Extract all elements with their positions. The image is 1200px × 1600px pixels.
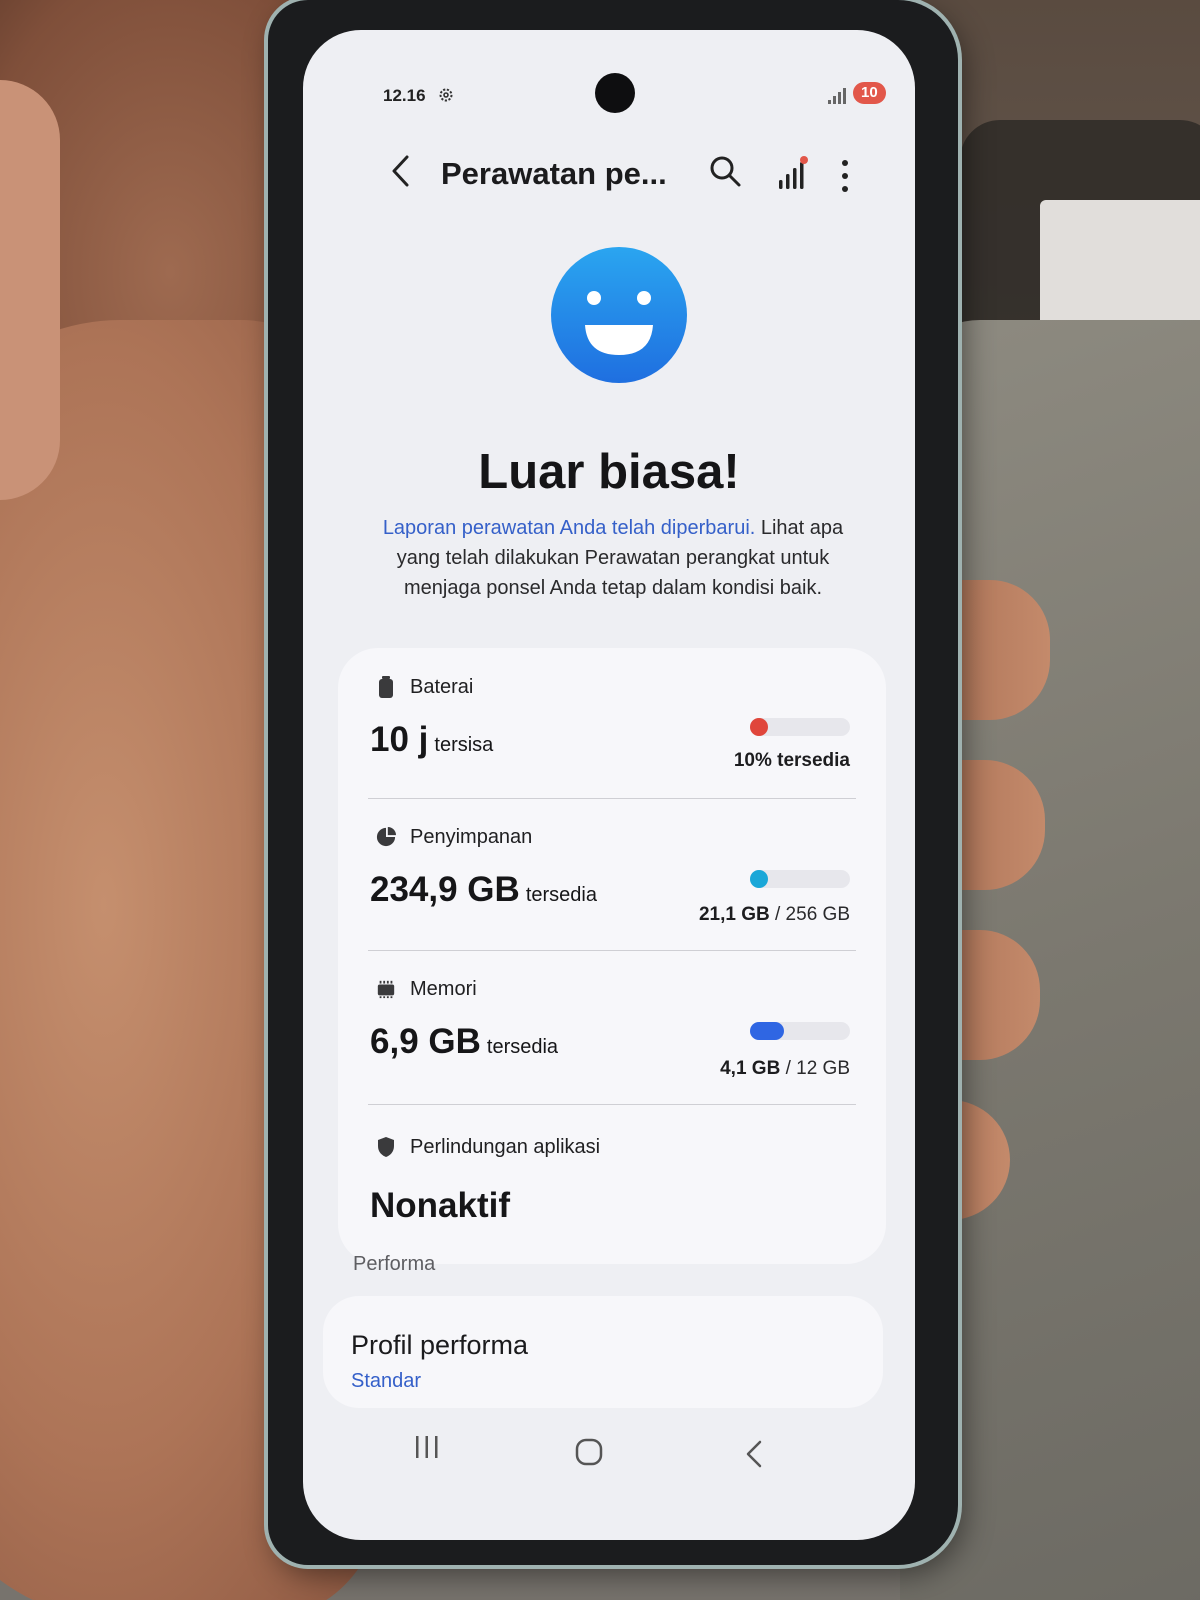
description: Laporan perawatan Anda telah diperbarui.… [363, 513, 863, 603]
shield-icon [378, 1137, 394, 1157]
memory-total: / 12 GB [785, 1058, 850, 1079]
battery-progress-fill [750, 718, 768, 736]
status-time: 12.16 [383, 86, 426, 105]
performance-profile-title: Profil performa [351, 1330, 529, 1360]
recents-icon[interactable] [413, 1434, 441, 1460]
battery-icon [379, 676, 393, 698]
memory-progress-bar [750, 1022, 850, 1040]
memory-section[interactable]: Memori 6,9 GB tersedia 4,1 GB / 12 GB [338, 950, 886, 1104]
storage-used: 21,1 GB [698, 904, 770, 925]
background-light [1040, 200, 1200, 340]
battery-usage-text: 10% tersedia [733, 750, 850, 771]
app-protection-label: Perlindungan aplikasi [410, 1136, 601, 1158]
headline: Luar biasa! [478, 445, 740, 499]
navigation-bar [303, 1420, 915, 1480]
memory-progress-fill [750, 1022, 784, 1040]
battery-progress-bar [750, 718, 850, 736]
memory-used: 4,1 GB [720, 1058, 781, 1079]
memory-icon [377, 980, 395, 999]
storage-value-number: 234,9 GB [370, 870, 520, 909]
storage-value: 234,9 GB tersedia [370, 870, 597, 910]
front-camera [595, 73, 635, 113]
device-care-summary-card: Baterai 10 j tersisa 10% tersedia Penyimp… [338, 648, 886, 1264]
memory-value: 6,9 GB tersedia [370, 1022, 558, 1062]
phone-screen: 12.16 10 Perawatan pe... Luar biasa! Lap… [303, 30, 915, 1540]
gear-icon [439, 88, 453, 102]
nav-back-icon[interactable] [745, 1440, 763, 1468]
storage-section[interactable]: Penyimpanan 234,9 GB tersedia 21,1 GB / 2… [338, 798, 886, 950]
battery-label: Baterai [410, 676, 474, 698]
home-icon[interactable] [575, 1438, 603, 1466]
storage-label: Penyimpanan [410, 826, 533, 848]
memory-label: Memori [410, 978, 477, 1000]
performance-profile-item[interactable]: Profil performa Standar [323, 1296, 883, 1408]
battery-value: 10 j tersisa [370, 720, 493, 760]
smiley-icon [551, 247, 687, 383]
back-icon[interactable] [389, 154, 413, 188]
battery-usage: 10% tersedia [734, 750, 850, 772]
page-title: Perawatan pe... [441, 156, 667, 191]
storage-usage: 21,1 GB / 256 GB [699, 904, 850, 926]
app-protection-section[interactable]: Perlindungan aplikasi Nonaktif [338, 1104, 886, 1264]
storage-total: / 256 GB [775, 904, 850, 925]
memory-usage: 4,1 GB / 12 GB [720, 1058, 850, 1080]
storage-icon [376, 827, 396, 847]
signal-icon [828, 88, 846, 104]
app-protection-status: Nonaktif [370, 1186, 510, 1225]
memory-value-number: 6,9 GB [370, 1022, 481, 1061]
report-link[interactable]: Laporan perawatan Anda telah diperbarui. [383, 517, 756, 539]
more-options-icon[interactable] [839, 158, 851, 194]
battery-section[interactable]: Baterai 10 j tersisa 10% tersedia [338, 648, 886, 798]
storage-value-unit: tersedia [525, 884, 597, 906]
storage-progress-fill [750, 870, 768, 888]
search-icon[interactable] [708, 154, 742, 188]
storage-progress-bar [750, 870, 850, 888]
performance-profile-value: Standar [351, 1370, 422, 1392]
battery-level-badge: 10 [853, 82, 886, 104]
thumb [0, 80, 60, 500]
section-title-performa: Performa [353, 1253, 436, 1275]
battery-value-number: 10 j [370, 720, 429, 759]
stats-icon[interactable] [775, 156, 811, 192]
memory-value-unit: tersedia [486, 1036, 559, 1058]
battery-value-unit: tersisa [434, 734, 494, 756]
